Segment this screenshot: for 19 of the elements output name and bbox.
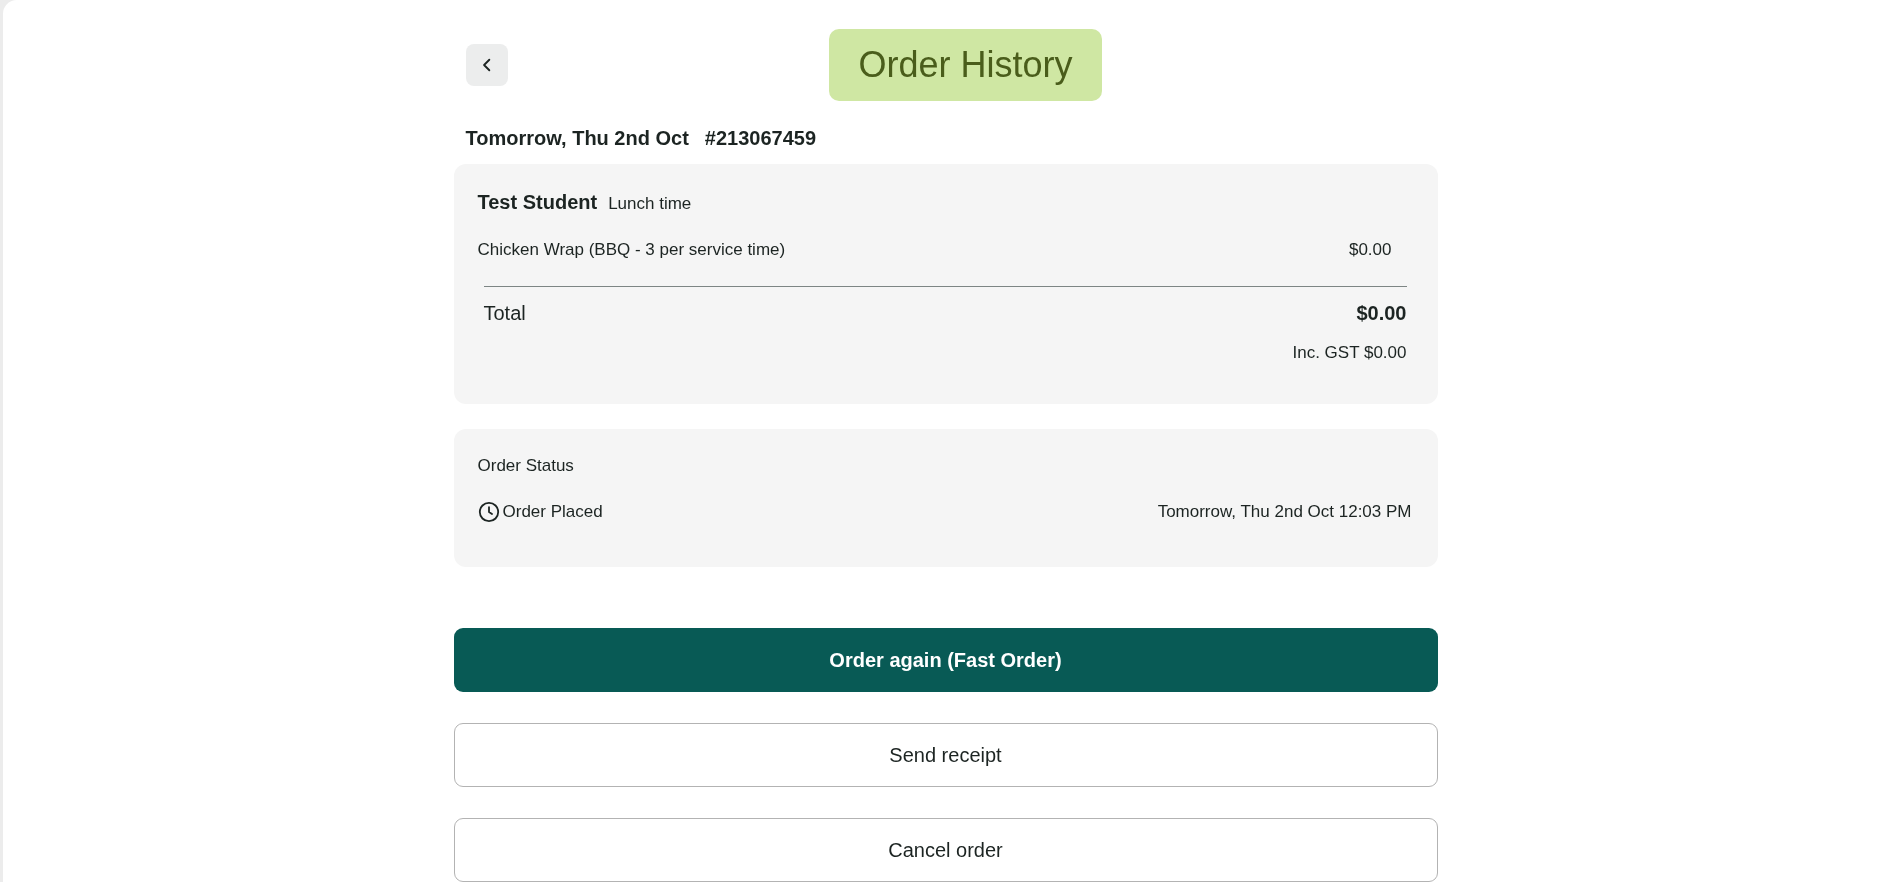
total-amount: $0.00 bbox=[1356, 301, 1407, 326]
clock-icon bbox=[477, 501, 500, 523]
back-button[interactable] bbox=[465, 44, 508, 86]
gst-amount: Inc. GST $0.00 bbox=[1292, 342, 1407, 364]
order-again-button[interactable]: Order again (Fast Order) bbox=[453, 628, 1438, 692]
item-price: $0.00 bbox=[1348, 239, 1392, 261]
cancel-order-button[interactable]: Cancel order bbox=[453, 818, 1438, 882]
order-date: Tomorrow, Thu 2nd Oct bbox=[465, 126, 689, 151]
status-heading: Order Status bbox=[477, 455, 574, 477]
chevron-left-icon bbox=[480, 58, 493, 72]
service-time: Lunch time bbox=[608, 193, 692, 215]
total-label: Total bbox=[483, 301, 526, 326]
student-name: Test Student bbox=[477, 190, 598, 215]
order-number: #213067459 bbox=[704, 126, 817, 151]
item-name: Chicken Wrap (BBQ - 3 per service time) bbox=[477, 239, 786, 261]
status-time: Tomorrow, Thu 2nd Oct 12:03 PM bbox=[1157, 501, 1412, 523]
status-label: Order Placed bbox=[502, 501, 603, 523]
send-receipt-button[interactable]: Send receipt bbox=[453, 723, 1438, 787]
page-title: Order History bbox=[829, 29, 1102, 101]
